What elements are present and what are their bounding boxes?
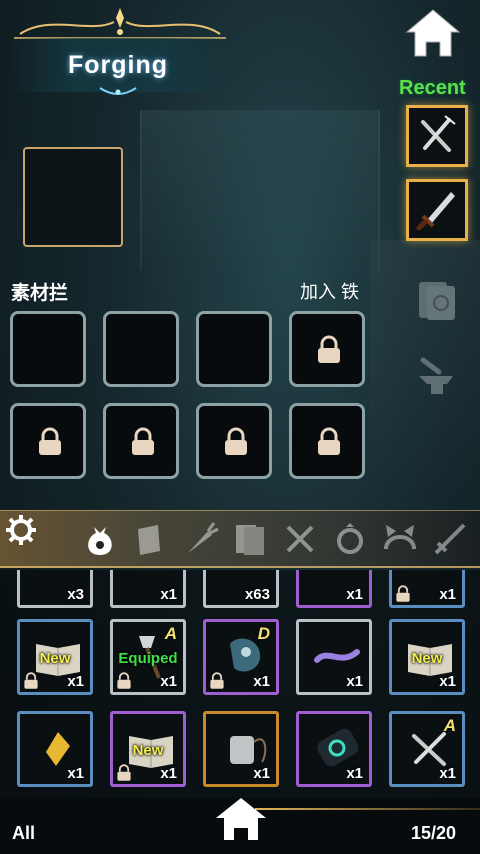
inventory-item[interactable]: x1 xyxy=(296,619,372,695)
footer-divider xyxy=(255,808,480,810)
material-slot-8[interactable] xyxy=(289,403,365,479)
fork-knife-icon[interactable] xyxy=(280,519,320,559)
lock-icon xyxy=(210,672,224,689)
dagger-icon xyxy=(416,192,455,231)
cat-ears-icon[interactable] xyxy=(380,519,420,559)
ornament-bottom-icon xyxy=(99,87,137,95)
inventory-grid: x3 x1 x63 x1 x1 New x1 A Equiped x1 D x1… xyxy=(0,570,480,798)
header: Forging xyxy=(0,0,240,100)
item-count: x1 xyxy=(160,673,177,690)
item-count: x3 xyxy=(67,586,84,603)
book-icon[interactable] xyxy=(230,519,270,559)
anvil-icon[interactable] xyxy=(413,352,461,400)
lock-icon xyxy=(396,585,410,602)
fork-knife-icon xyxy=(421,115,456,152)
inventory-item[interactable]: x1 xyxy=(296,711,372,787)
material-slot-4[interactable] xyxy=(289,311,365,387)
item-count: x1 xyxy=(439,586,456,603)
material-slot-7[interactable] xyxy=(196,403,272,479)
item-count: x63 xyxy=(244,586,270,603)
inventory-item[interactable]: New x1 xyxy=(17,619,93,695)
materials-label: 素材拦 xyxy=(11,283,69,304)
inventory-item[interactable]: x1 xyxy=(110,570,186,608)
page-title: Forging xyxy=(67,51,169,79)
bag-icon[interactable] xyxy=(80,519,120,559)
background-window xyxy=(140,110,380,270)
inventory-capacity: 15/20 xyxy=(410,823,456,843)
inventory-item[interactable]: D x1 xyxy=(203,619,279,695)
recent-item-2[interactable] xyxy=(406,179,468,241)
inventory-item[interactable]: x1 xyxy=(296,570,372,608)
lock-icon xyxy=(225,427,247,455)
item-count: x1 xyxy=(346,586,363,603)
inventory-item[interactable]: A x1 xyxy=(389,711,465,787)
grade-badge: A xyxy=(443,716,456,735)
new-tag: New xyxy=(411,650,443,667)
material-slot-6[interactable] xyxy=(103,403,179,479)
ring-icon[interactable] xyxy=(330,519,370,559)
inventory-item[interactable]: x1 xyxy=(17,711,93,787)
item-count: x1 xyxy=(160,586,177,603)
filter-all-button[interactable]: All xyxy=(12,823,35,844)
equipped-tag: Equiped xyxy=(118,650,178,667)
grade-badge: A xyxy=(164,624,177,643)
item-count: x1 xyxy=(439,673,456,690)
recent-item-1[interactable] xyxy=(406,105,468,167)
new-tag: New xyxy=(132,742,164,759)
item-count: x1 xyxy=(439,765,456,782)
lock-icon xyxy=(39,427,61,455)
carrot-icon[interactable] xyxy=(180,519,220,559)
item-count: x1 xyxy=(346,673,363,690)
scroll-icon[interactable] xyxy=(128,519,168,559)
item-count: x1 xyxy=(253,673,270,690)
item-count: x1 xyxy=(67,765,84,782)
add-material-hint: 加入 铁 xyxy=(300,282,360,302)
lock-icon xyxy=(318,335,340,363)
item-count: x1 xyxy=(160,765,177,782)
gear-icon[interactable] xyxy=(4,513,38,547)
lock-icon xyxy=(24,672,38,689)
material-slot-5[interactable] xyxy=(10,403,86,479)
grade-badge: D xyxy=(257,624,270,643)
home-button-bottom[interactable] xyxy=(214,796,268,842)
lock-icon xyxy=(132,427,154,455)
recipe-book-icon[interactable] xyxy=(413,276,461,324)
item-count: x1 xyxy=(346,765,363,782)
inventory-item[interactable]: x1 xyxy=(389,570,465,608)
inventory-item[interactable]: x63 xyxy=(203,570,279,608)
sword-icon[interactable] xyxy=(430,519,470,559)
item-count: x1 xyxy=(253,765,270,782)
lock-icon xyxy=(117,764,131,781)
new-tag: New xyxy=(39,650,71,667)
material-slot-3[interactable] xyxy=(196,311,272,387)
inventory-item[interactable]: New x1 xyxy=(110,711,186,787)
lock-icon xyxy=(117,672,131,689)
inventory-item[interactable]: x3 xyxy=(17,570,93,608)
home-button[interactable] xyxy=(404,6,462,60)
lock-icon xyxy=(318,427,340,455)
material-slot-2[interactable] xyxy=(103,311,179,387)
category-bar xyxy=(0,510,480,568)
recent-label: Recent xyxy=(399,77,466,99)
forge-preview-slot[interactable] xyxy=(23,147,123,247)
material-slot-1[interactable] xyxy=(10,311,86,387)
item-count: x1 xyxy=(67,673,84,690)
inventory-item[interactable]: x1 xyxy=(203,711,279,787)
inventory-item[interactable]: New x1 xyxy=(389,619,465,695)
inventory-item[interactable]: A Equiped x1 xyxy=(110,619,186,695)
